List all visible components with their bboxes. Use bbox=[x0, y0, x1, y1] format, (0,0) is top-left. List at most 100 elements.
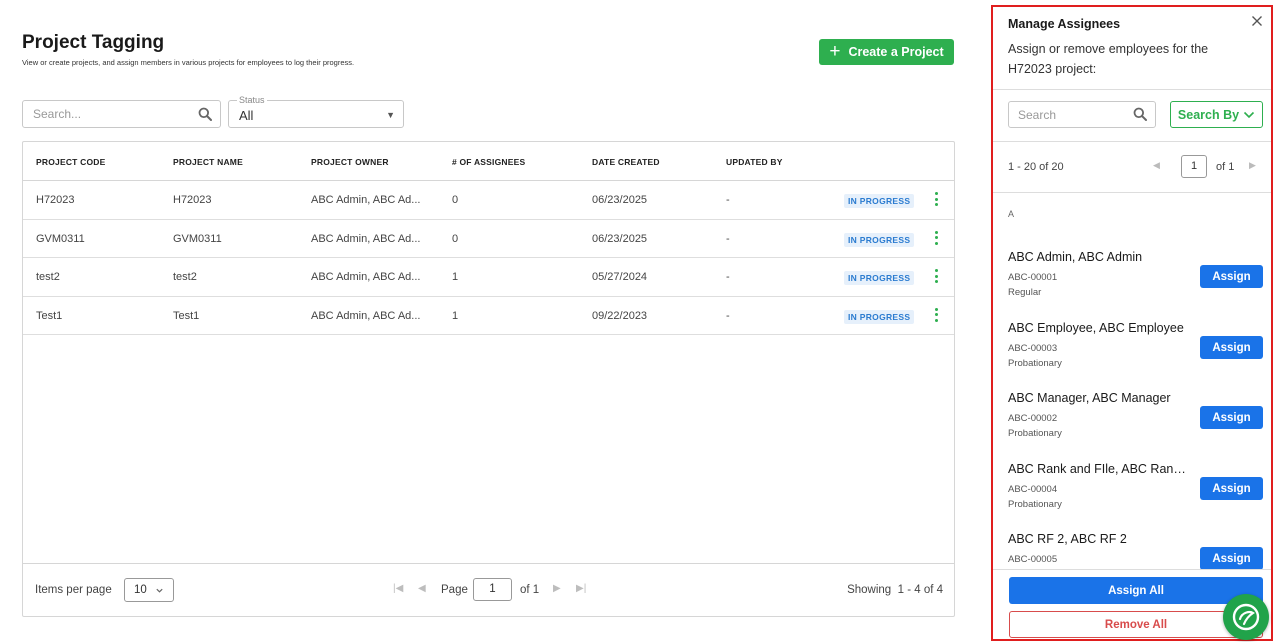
page-label: Page bbox=[441, 584, 468, 596]
assign-button[interactable]: Assign bbox=[1200, 265, 1263, 288]
column-header-project-code: PROJECT CODE bbox=[36, 157, 106, 167]
status-label: Status bbox=[237, 95, 267, 105]
prev-page-icon[interactable]: ◀ bbox=[418, 583, 426, 594]
panel-title: Manage Assignees bbox=[1008, 17, 1121, 31]
table-row[interactable]: Test1 Test1 ABC Admin, ABC Ad... 1 09/22… bbox=[23, 297, 954, 335]
list-item: ABC Admin, ABC Admin ABC-00001 Regular A… bbox=[993, 250, 1271, 320]
showing-summary: Showing 1 - 4 of 4 bbox=[847, 584, 943, 596]
cell-project-owner: ABC Admin, ABC Ad... bbox=[311, 309, 421, 322]
page-number-input[interactable]: 1 bbox=[473, 578, 512, 601]
cell-project-owner: ABC Admin, ABC Ad... bbox=[311, 194, 421, 206]
cell-project-code: GVM0311 bbox=[36, 232, 85, 245]
status-badge: IN PROGRESS bbox=[844, 271, 915, 285]
employee-type: Regular bbox=[1008, 287, 1042, 298]
cell-project-name: H72023 bbox=[173, 194, 212, 206]
assign-all-button[interactable]: Assign All bbox=[1009, 577, 1263, 604]
cell-assignees: 1 bbox=[452, 309, 459, 322]
kebab-menu-icon[interactable] bbox=[933, 269, 939, 283]
cell-project-name: test2 bbox=[173, 271, 197, 283]
page-of-label: of 1 bbox=[520, 584, 540, 596]
cell-project-owner: ABC Admin, ABC Ad... bbox=[311, 271, 421, 283]
employee-search-input[interactable] bbox=[1009, 102, 1127, 127]
employee-id: ABC-00003 bbox=[1008, 343, 1058, 354]
next-page-icon[interactable]: ▶ bbox=[1249, 160, 1256, 171]
items-per-page-value: 10 bbox=[134, 584, 147, 596]
status-badge: IN PROGRESS bbox=[844, 232, 915, 247]
employee-id: ABC-00005 bbox=[1008, 554, 1058, 565]
employee-name: ABC Admin, ABC Admin bbox=[1008, 250, 1143, 264]
employee-name: ABC RF 2, ABC RF 2 bbox=[1008, 532, 1127, 546]
table-row[interactable]: GVM0311 GVM0311 ABC Admin, ABC Ad... 0 0… bbox=[23, 220, 954, 258]
table-header: PROJECT CODE PROJECT NAME PROJECT OWNER … bbox=[23, 142, 954, 181]
search-by-button[interactable]: Search By bbox=[1170, 101, 1263, 128]
cell-assignees: 0 bbox=[452, 232, 459, 245]
search-icon[interactable] bbox=[1133, 107, 1147, 121]
employee-type: Probationary bbox=[1008, 358, 1062, 369]
status-select[interactable]: Status All ▼ bbox=[228, 95, 404, 128]
first-page-icon[interactable]: |◀ bbox=[393, 583, 403, 594]
cell-project-name: GVM0311 bbox=[173, 232, 222, 245]
cell-updated-by: - bbox=[726, 232, 730, 245]
status-badge: IN PROGRESS bbox=[844, 194, 915, 208]
list-item: ABC Manager, ABC Manager ABC-00002 Proba… bbox=[993, 391, 1271, 461]
cell-project-name: Test1 bbox=[173, 309, 200, 322]
cell-updated-by: - bbox=[726, 194, 730, 206]
table-row[interactable]: H72023 H72023 ABC Admin, ABC Ad... 0 06/… bbox=[23, 181, 954, 220]
panel-pagination: 1 - 20 of 20 ◀ 1 of 1 ▶ bbox=[993, 142, 1271, 193]
kebab-menu-icon[interactable] bbox=[933, 192, 939, 206]
cell-date-created: 06/23/2025 bbox=[592, 194, 648, 206]
assign-button[interactable]: Assign bbox=[1200, 547, 1263, 569]
project-search bbox=[22, 100, 221, 128]
list-item: ABC Rank and FIle, ABC Rank and FIle ABC… bbox=[993, 462, 1271, 532]
employee-search bbox=[1008, 101, 1156, 128]
chevron-down-icon bbox=[1244, 111, 1255, 118]
assign-button[interactable]: Assign bbox=[1200, 336, 1263, 359]
chat-bubble-icon[interactable] bbox=[1223, 594, 1269, 640]
kebab-menu-icon[interactable] bbox=[933, 307, 939, 322]
table-row[interactable]: test2 test2 ABC Admin, ABC Ad... 1 05/27… bbox=[23, 258, 954, 297]
next-page-icon[interactable]: ▶ bbox=[553, 583, 561, 594]
employee-id: ABC-00001 bbox=[1008, 272, 1058, 283]
employee-type: Probationary bbox=[1008, 428, 1062, 439]
chevron-down-icon bbox=[156, 588, 163, 593]
projects-table: PROJECT CODE PROJECT NAME PROJECT OWNER … bbox=[22, 141, 955, 617]
cell-assignees: 1 bbox=[452, 271, 459, 283]
table-footer: Items per page 10 |◀ ◀ Page 1 of 1 ▶ ▶| … bbox=[23, 563, 954, 616]
manage-assignees-panel: Manage Assignees Assign or remove employ… bbox=[991, 5, 1273, 641]
cell-updated-by: - bbox=[726, 309, 730, 322]
create-project-button[interactable]: + Create a Project bbox=[819, 39, 954, 65]
column-header-date-created: DATE CREATED bbox=[592, 157, 660, 167]
cell-date-created: 06/23/2025 bbox=[592, 232, 648, 245]
create-project-label: Create a Project bbox=[848, 45, 944, 59]
column-header-project-name: PROJECT NAME bbox=[173, 157, 243, 167]
employee-name: ABC Manager, ABC Manager bbox=[1008, 391, 1171, 405]
items-per-page-label: Items per page bbox=[35, 584, 112, 596]
cell-date-created: 05/27/2024 bbox=[592, 271, 648, 283]
employee-name: ABC Employee, ABC Employee bbox=[1008, 321, 1184, 335]
search-icon[interactable] bbox=[198, 107, 212, 121]
list-item: ABC Employee, ABC Employee ABC-00003 Pro… bbox=[993, 321, 1271, 391]
employee-id: ABC-00002 bbox=[1008, 413, 1058, 424]
items-per-page-select[interactable]: 10 bbox=[124, 578, 174, 602]
employee-list: A ABC Admin, ABC Admin ABC-00001 Regular… bbox=[993, 194, 1271, 569]
panel-page-of: of 1 bbox=[1216, 161, 1235, 173]
employee-name: ABC Rank and FIle, ABC Rank and FIle bbox=[1008, 462, 1191, 476]
assign-button[interactable]: Assign bbox=[1200, 406, 1263, 429]
showing-range: 1 - 4 of 4 bbox=[897, 584, 943, 596]
close-icon[interactable] bbox=[1251, 15, 1263, 27]
employee-id: ABC-00004 bbox=[1008, 484, 1058, 495]
panel-search-row: Search By bbox=[993, 90, 1271, 142]
last-page-icon[interactable]: ▶| bbox=[576, 583, 586, 594]
panel-description: Assign or remove employees for the H7202… bbox=[1008, 42, 1209, 76]
assign-button[interactable]: Assign bbox=[1200, 477, 1263, 500]
cell-updated-by: - bbox=[726, 271, 730, 283]
prev-page-icon[interactable]: ◀ bbox=[1153, 160, 1160, 171]
search-by-label: Search By bbox=[1177, 107, 1240, 122]
kebab-menu-icon[interactable] bbox=[933, 230, 939, 245]
chat-logo-icon bbox=[1232, 603, 1260, 631]
project-search-input[interactable] bbox=[23, 101, 183, 127]
plus-icon: + bbox=[829, 40, 841, 62]
caret-down-icon: ▼ bbox=[386, 110, 395, 120]
cell-project-owner: ABC Admin, ABC Ad... bbox=[311, 232, 421, 245]
panel-page-input[interactable]: 1 bbox=[1181, 155, 1207, 178]
